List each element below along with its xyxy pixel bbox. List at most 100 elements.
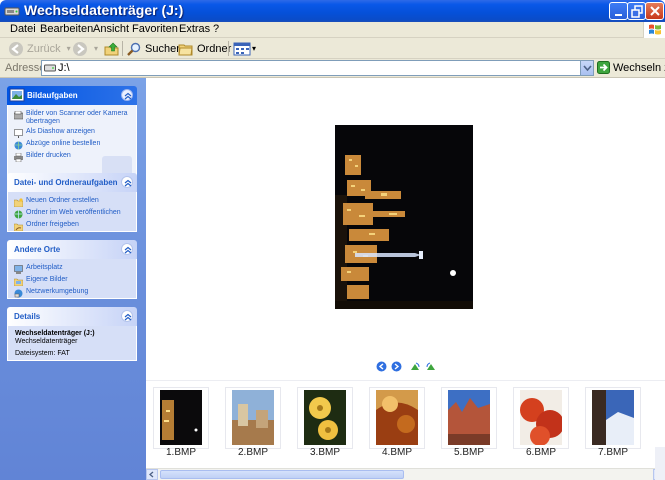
address-label: Adresse (5, 62, 46, 74)
chevron-up-icon (124, 313, 132, 321)
go-label: Wechseln zu (613, 61, 665, 74)
maximize-button[interactable] (627, 2, 646, 20)
rotate-counterclockwise-icon[interactable] (425, 361, 436, 372)
vertical-scrollbar-fragment[interactable] (655, 447, 665, 480)
picture-tasks-header[interactable]: Bildaufgaben (7, 86, 137, 105)
address-dropdown-button[interactable] (580, 61, 593, 75)
close-button[interactable] (645, 2, 664, 20)
thumbnail-label: 6.BMP (525, 447, 556, 458)
next-image-icon[interactable] (391, 361, 402, 372)
address-input[interactable]: J:\ (41, 60, 594, 76)
thumbnail-image (232, 390, 274, 445)
collapse-button[interactable] (121, 243, 133, 255)
chevron-up-icon (124, 246, 132, 254)
task-share-folder[interactable]: Ordner freigeben (8, 221, 136, 232)
up-folder-button[interactable] (104, 40, 120, 57)
thumbnail-label: 5.BMP (453, 447, 484, 458)
thumbnail-image (592, 390, 634, 445)
go-button[interactable]: Wechseln zu (597, 61, 665, 74)
globe-icon (14, 141, 23, 150)
search-button[interactable]: Suchen (126, 40, 182, 57)
thumbnail-label: 2.BMP (237, 447, 268, 458)
menu-label: Ansicht (93, 23, 130, 35)
task-order-prints[interactable]: Abzüge online bestellen (8, 140, 136, 151)
back-label: Zurück (27, 42, 61, 55)
forward-button[interactable]: ▾ (72, 40, 98, 57)
folders-icon (178, 44, 193, 55)
menu-label: Extras (179, 23, 211, 35)
details-type: Wechseldatenträger (15, 338, 78, 345)
toolbar-separator (122, 41, 123, 56)
collapse-button[interactable] (121, 310, 133, 322)
task-label: Netzwerkumgebung (26, 288, 89, 295)
thumbnail-image (520, 390, 562, 445)
slideshow-icon (14, 129, 23, 138)
thumbnail[interactable] (513, 387, 569, 449)
task-scanner-import[interactable]: Bilder von Scanner oder Kamera übertrage… (8, 110, 136, 127)
back-button[interactable]: Zurück ▾ (8, 40, 71, 57)
group-title: Bildaufgaben (27, 91, 78, 100)
other-places-header[interactable]: Andere Orte (7, 240, 137, 259)
menu-bearbeiten[interactable]: Bearbeiten (40, 23, 93, 35)
menu-ansicht[interactable]: Ansicht (93, 23, 129, 35)
task-label: Arbeitsplatz (26, 264, 63, 271)
menu-label: Favoriten (132, 23, 178, 35)
task-new-folder[interactable]: Neuen Ordner erstellen (8, 197, 136, 208)
task-label: Bilder von Scanner oder Kamera übertrage… (26, 110, 128, 125)
scroll-thumb[interactable] (160, 470, 404, 479)
menu-datei[interactable]: Datei (10, 23, 36, 35)
task-label: Eigene Bilder (26, 276, 68, 283)
thumbnail[interactable] (441, 387, 497, 449)
thumbnail[interactable] (153, 387, 209, 449)
task-publish-web[interactable]: Ordner im Web veröffentlichen (8, 209, 136, 220)
rotate-clockwise-icon[interactable] (410, 361, 421, 372)
previous-image-icon[interactable] (376, 361, 387, 372)
file-folder-tasks-group: Datei- und Ordneraufgaben Neuen Ordner e… (7, 173, 137, 232)
windows-logo (643, 22, 665, 38)
minimize-button[interactable] (609, 2, 628, 20)
task-slideshow[interactable]: Als Diashow anzeigen (8, 128, 136, 139)
thumbnail[interactable] (585, 387, 641, 449)
thumbnail[interactable] (297, 387, 353, 449)
forward-dropdown-icon[interactable]: ▾ (94, 44, 98, 53)
menu-help[interactable]: ? (213, 23, 219, 35)
file-view: 1.BMP 2.BMP 3.BMP 4.BMP 5.BMP 6.BMP 7.BM… (146, 78, 665, 480)
group-title: Datei- und Ordneraufgaben (14, 178, 118, 187)
thumbnail[interactable] (225, 387, 281, 449)
title-bar[interactable]: Wechseldatenträger (J:) (0, 0, 665, 22)
place-network[interactable]: Netzwerkumgebung (8, 288, 136, 299)
thumbnail-label: 3.BMP (309, 447, 340, 458)
preview-image[interactable] (335, 125, 473, 309)
thumbnail-image (448, 390, 490, 445)
scroll-left-button[interactable] (146, 469, 158, 480)
picture-tasks-icon (9, 88, 25, 102)
thumbnail[interactable] (369, 387, 425, 449)
menu-favoriten[interactable]: Favoriten (132, 23, 178, 35)
views-button[interactable]: ▾ (233, 40, 256, 57)
city-night-photo (335, 125, 473, 309)
menu-bar: Datei Bearbeiten Ansicht Favoriten Extra… (0, 22, 665, 38)
search-icon (127, 42, 141, 56)
horizontal-scrollbar[interactable] (146, 468, 665, 480)
place-my-pictures[interactable]: Eigene Bilder (8, 276, 136, 287)
place-my-computer[interactable]: Arbeitsplatz (8, 264, 136, 275)
file-folder-tasks-header[interactable]: Datei- und Ordneraufgaben (7, 173, 137, 192)
details-body: Wechseldatenträger (J:) Wechseldatenträg… (7, 326, 137, 361)
collapse-button[interactable] (121, 176, 133, 188)
menu-label: Bearbeiten (40, 23, 94, 35)
menu-extras[interactable]: Extras (179, 23, 210, 35)
task-label: Abzüge online bestellen (26, 140, 101, 147)
chevron-up-icon (124, 179, 132, 187)
toolbar: Zurück ▾ ▾ Suchen Ordner ▾ (0, 38, 665, 59)
back-dropdown-icon[interactable]: ▾ (67, 44, 71, 53)
details-header[interactable]: Details (7, 307, 137, 326)
views-dropdown-icon: ▾ (252, 44, 257, 53)
details-name: Wechseldatenträger (J:) (15, 330, 95, 337)
drive-icon (4, 7, 20, 16)
toolbar-separator (228, 41, 229, 56)
windows-flag-icon (649, 24, 661, 35)
address-value: J:\ (58, 62, 70, 74)
collapse-button[interactable] (121, 89, 133, 101)
scanner-icon (13, 110, 24, 120)
folders-button[interactable]: Ordner (178, 40, 231, 57)
